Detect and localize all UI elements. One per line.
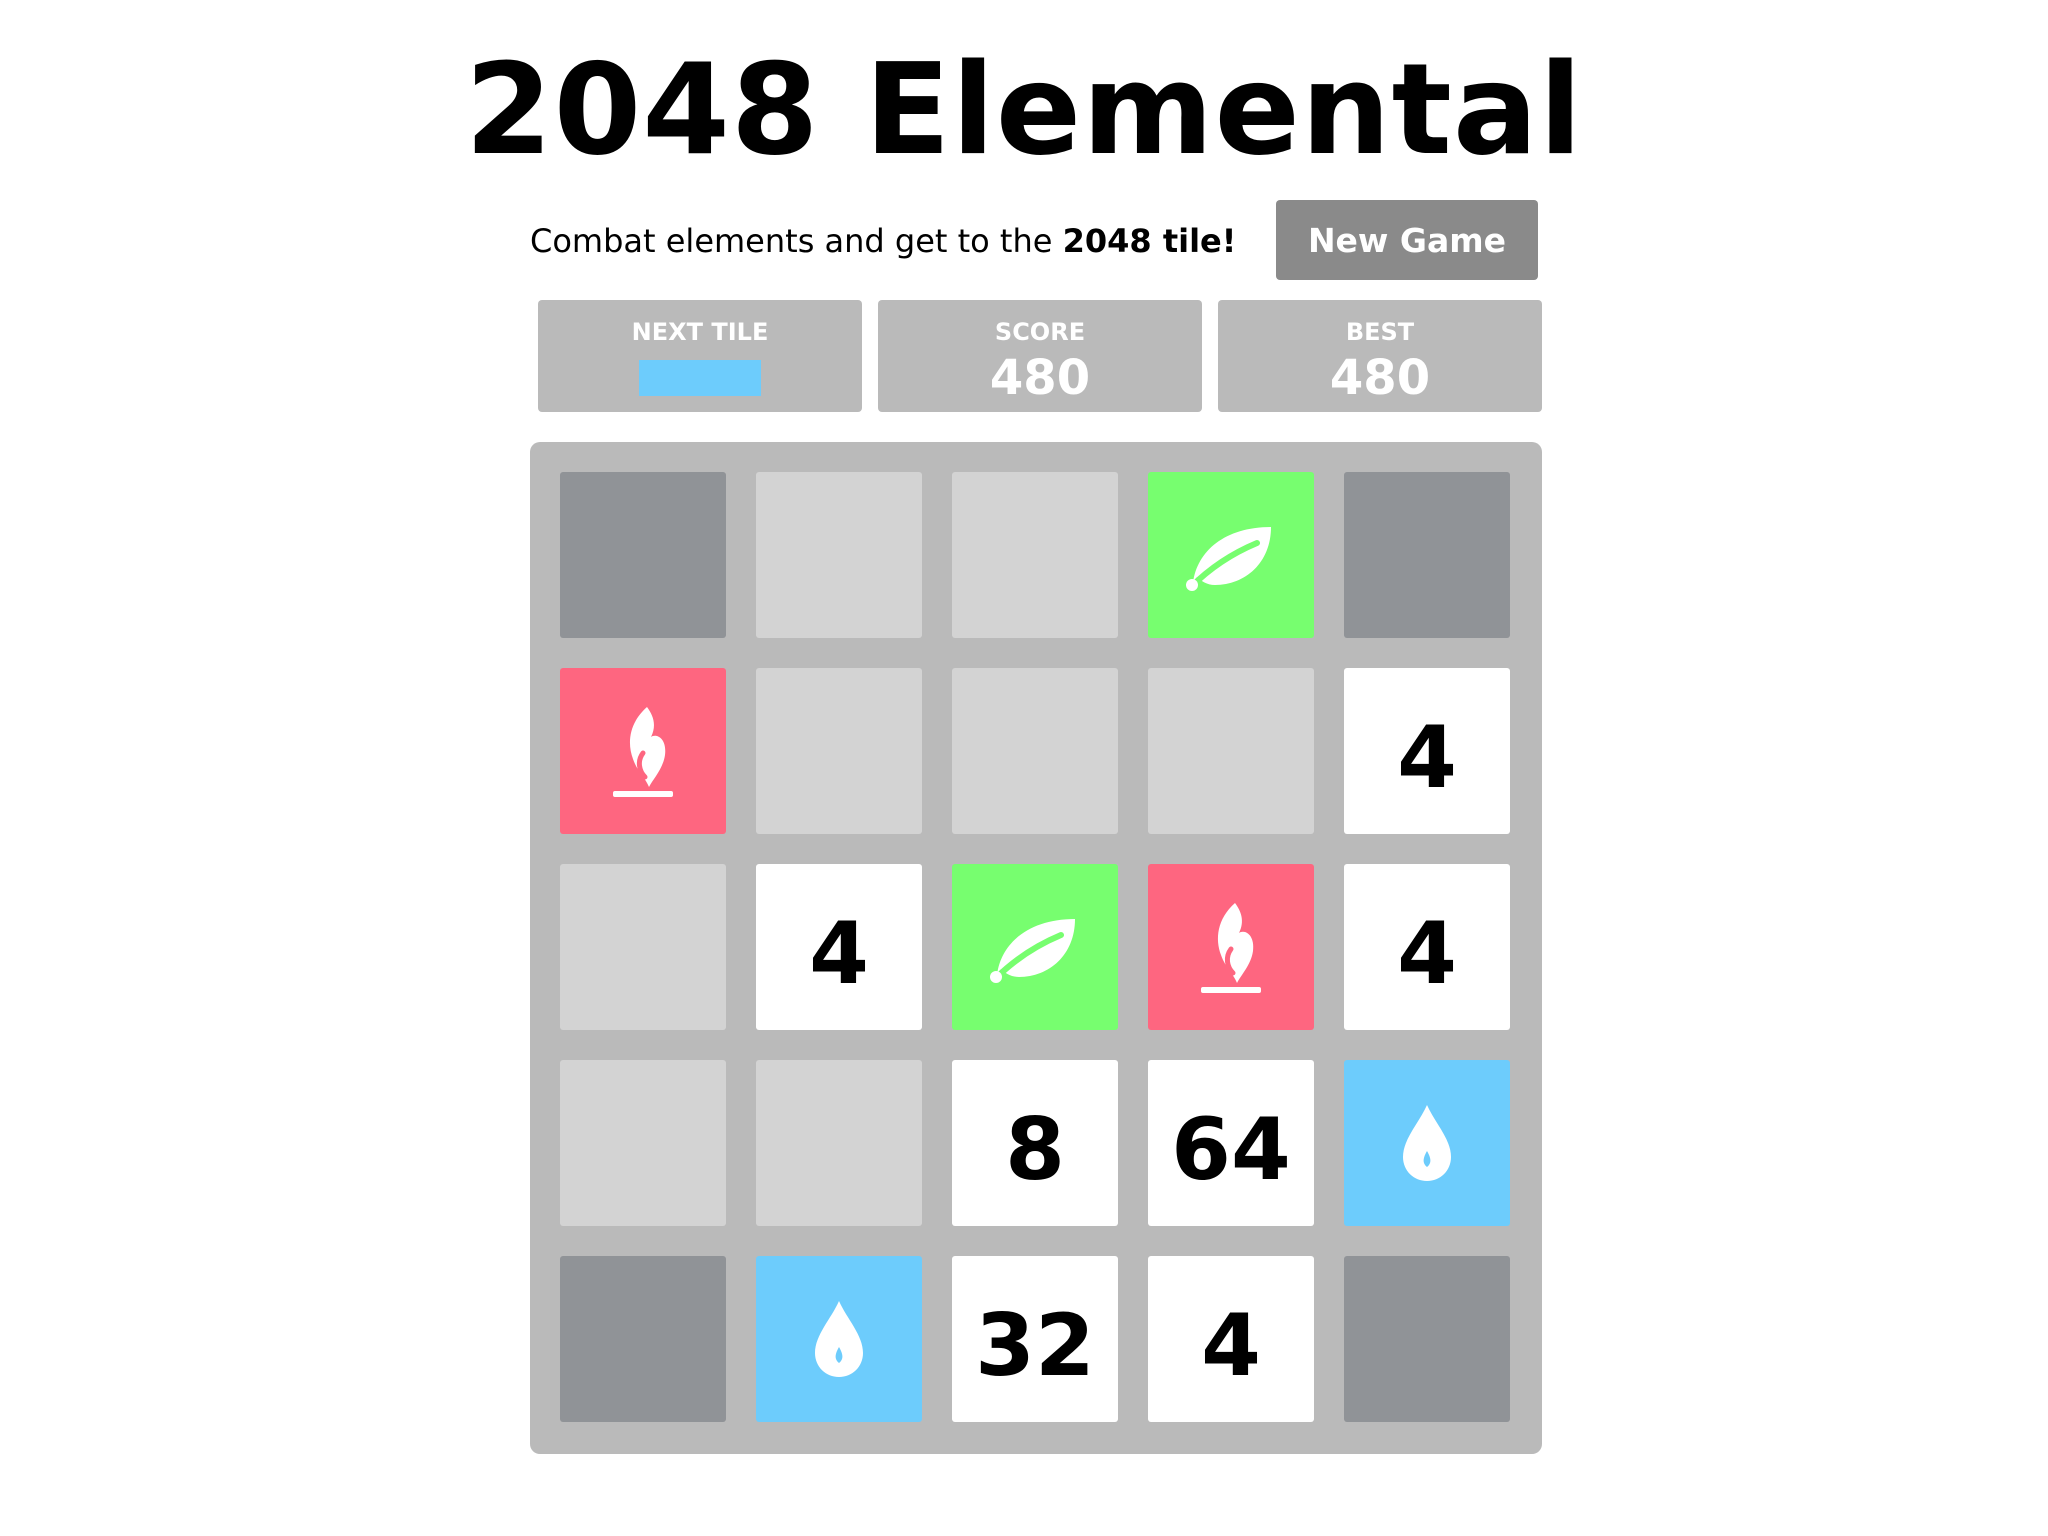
tile-value: 4 [1397, 708, 1457, 808]
water-drop-icon [1397, 1101, 1457, 1185]
fire-tile [560, 668, 726, 834]
earth-tile [952, 864, 1118, 1030]
tile-value: 4 [1397, 904, 1457, 1004]
score-label: SCORE [994, 318, 1086, 346]
tagline-text: Combat elements and get to the [530, 222, 1063, 260]
empty-cell [560, 864, 726, 1030]
water-tile [756, 1256, 922, 1422]
best-label: BEST [1345, 318, 1415, 346]
earth-tile [1148, 472, 1314, 638]
number-tile: 4 [756, 864, 922, 1030]
new-game-button[interactable]: New Game [1276, 200, 1538, 280]
game-container: 2048 Elemental Combat elements and get t… [0, 0, 2048, 1536]
number-tile: 4 [1148, 1256, 1314, 1422]
blocked-cell [560, 1256, 726, 1422]
number-tile: 64 [1148, 1060, 1314, 1226]
tile-value: 64 [1171, 1100, 1291, 1200]
best-value: 480 [1329, 350, 1431, 406]
tile-value: 4 [809, 904, 869, 1004]
empty-cell [1148, 668, 1314, 834]
leaf-icon [987, 911, 1083, 983]
next-tile-label: NEXT TILE [631, 318, 769, 346]
game-board[interactable]: 4 4 4 8 64 32 4 [530, 442, 1542, 1454]
blocked-cell [1344, 1256, 1510, 1422]
tile-value: 8 [1005, 1100, 1065, 1200]
best-box: BEST 480 [1218, 300, 1542, 412]
fire-tile [1148, 864, 1314, 1030]
number-tile: 32 [952, 1256, 1118, 1422]
score-value: 480 [989, 350, 1091, 406]
water-drop-icon [809, 1297, 869, 1381]
number-tile: 8 [952, 1060, 1118, 1226]
tagline-highlight: 2048 tile! [1062, 222, 1237, 260]
flame-icon [607, 703, 679, 799]
number-tile: 4 [1344, 864, 1510, 1030]
tagline: Combat elements and get to the 2048 tile… [530, 215, 1236, 267]
water-tile [1344, 1060, 1510, 1226]
number-tile: 4 [1344, 668, 1510, 834]
leaf-icon [1183, 519, 1279, 591]
blocked-cell [560, 472, 726, 638]
empty-cell [756, 1060, 922, 1226]
empty-cell [952, 472, 1118, 638]
empty-cell [560, 1060, 726, 1226]
page-title: 2048 Elemental [464, 36, 1584, 183]
tile-value: 4 [1201, 1296, 1261, 1396]
empty-cell [952, 668, 1118, 834]
next-tile-box: NEXT TILE [538, 300, 862, 412]
score-box: SCORE 480 [878, 300, 1202, 412]
next-tile-preview [639, 360, 761, 396]
empty-cell [756, 668, 922, 834]
blocked-cell [1344, 472, 1510, 638]
empty-cell [756, 472, 922, 638]
tile-value: 32 [975, 1296, 1095, 1396]
flame-icon [1195, 899, 1267, 995]
